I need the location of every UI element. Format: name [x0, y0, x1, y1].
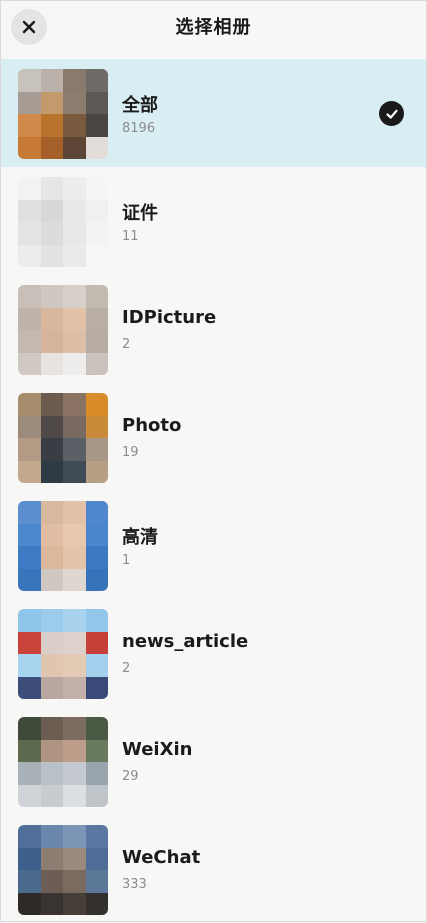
album-row[interactable]: IDPicture 2 — [1, 275, 426, 383]
album-thumbnail — [18, 501, 108, 591]
album-name: IDPicture — [122, 307, 217, 328]
album-thumbnail — [18, 609, 108, 699]
album-name: WeiXin — [122, 739, 193, 760]
album-row[interactable]: news_article 2 — [1, 599, 426, 707]
album-thumbnail — [18, 393, 108, 483]
album-name: 全部 — [122, 95, 158, 116]
album-count: 8196 — [122, 121, 156, 136]
album-list: 全部 8196 证件 11 IDPicture 2 Photo 19 高清 1 news_artic… — [1, 59, 426, 923]
album-count: 2 — [122, 661, 131, 676]
album-thumbnail — [18, 285, 108, 375]
album-row[interactable]: 全部 8196 — [1, 59, 426, 167]
album-count: 19 — [122, 445, 139, 460]
page-title: 选择相册 — [175, 17, 252, 38]
album-name: 证件 — [122, 203, 158, 224]
album-row[interactable]: WeiXin 29 — [1, 707, 426, 815]
album-count: 1 — [122, 553, 131, 568]
header: 选择相册 — [1, 1, 426, 53]
album-name: WeChat — [122, 847, 201, 868]
album-count: 333 — [122, 877, 147, 892]
album-name: news_article — [122, 631, 249, 652]
checkmark-icon — [379, 101, 404, 126]
album-row[interactable]: Photo 19 — [1, 383, 426, 491]
album-row[interactable]: 证件 11 — [1, 167, 426, 275]
album-thumbnail — [18, 177, 108, 267]
album-count: 11 — [122, 229, 139, 244]
album-thumbnail — [18, 717, 108, 807]
album-thumbnail — [18, 69, 108, 159]
album-count: 2 — [122, 337, 131, 352]
album-name: Photo — [122, 415, 182, 436]
album-row[interactable]: WeChat 333 — [1, 815, 426, 923]
album-thumbnail — [18, 825, 108, 915]
album-name: 高清 — [122, 527, 158, 548]
album-row[interactable]: 高清 1 — [1, 491, 426, 599]
album-count: 29 — [122, 769, 139, 784]
